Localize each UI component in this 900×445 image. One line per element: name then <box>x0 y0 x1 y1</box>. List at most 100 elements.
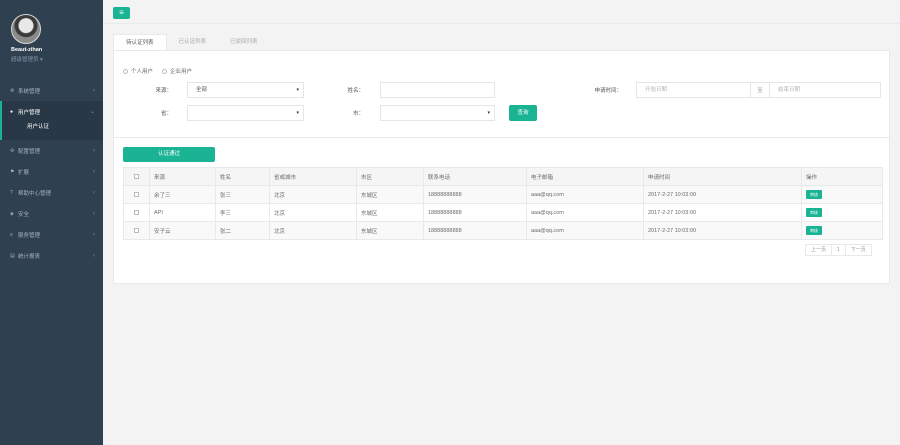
flag-icon: ⚑ <box>10 168 15 175</box>
header-name: 姓名 <box>215 167 270 186</box>
tab-approved[interactable]: 已认证列表 <box>167 34 219 51</box>
radio-circle[interactable] <box>162 68 168 74</box>
chevron-left-icon: ‹ <box>93 252 95 259</box>
sidebar-item-label: 配置管理 <box>18 148 41 155</box>
cell-email: aaa@qq.com <box>526 203 644 222</box>
row-checkbox[interactable] <box>134 227 139 233</box>
next-page-button[interactable]: 下一页 <box>844 244 872 256</box>
province-select[interactable]: ▾ <box>187 105 304 121</box>
sidebar-item-extension[interactable]: ⚑ 扩展 ‹ <box>0 161 103 182</box>
prev-page-button[interactable]: 上一页 <box>805 244 833 256</box>
review-button[interactable]: 审核 <box>806 190 822 199</box>
chevron-down-icon: ⌄ <box>89 109 95 115</box>
cell-province: 北京 <box>269 185 357 204</box>
tab-rejected[interactable]: 已驳回列表 <box>218 34 270 51</box>
cell-name: 李三 <box>215 203 270 222</box>
cell-action: 审核 <box>801 221 883 240</box>
cell-name: 张二 <box>215 221 270 240</box>
sidebar-item-label: 服务管理 <box>18 232 41 239</box>
source-label: 来源： <box>155 88 172 94</box>
sidebar-nav: ⚙ 系统管理 ‹ ● 用户管理 ⌄ 用户认证 ✣ 配置管理 ‹ ⚑ 扩展 ‹ ? 帮助中心管理 ‹ … <box>0 80 103 266</box>
radio-label: 企业用户 <box>170 69 193 75</box>
caret-down-icon: ▾ <box>487 110 490 116</box>
user-profile: Beaut-zihan 超级管理员 ▾ <box>0 0 103 76</box>
header-phone: 联系电话 <box>423 167 527 186</box>
avatar[interactable] <box>11 14 41 44</box>
sidebar-item-service[interactable]: ≡ 服务管理 ‹ <box>0 224 103 245</box>
province-label: 省： <box>160 111 172 117</box>
cell-action: 审核 <box>801 203 883 222</box>
sidebar-item-system[interactable]: ⚙ 系统管理 ‹ <box>0 80 103 101</box>
cell-phone: 18888888888 <box>423 221 527 240</box>
header-action: 操作 <box>801 167 883 186</box>
source-select[interactable]: 全部 ▾ <box>187 82 304 98</box>
query-button[interactable]: 查询 <box>509 105 537 121</box>
radio-company[interactable]: 企业用户 <box>162 67 192 75</box>
gear-icon: ⚙ <box>10 87 15 94</box>
radio-personal[interactable]: 个人用户 <box>123 67 153 75</box>
bars-icon: ≡ <box>119 8 124 17</box>
cell-phone: 18888888888 <box>423 203 527 222</box>
table-row: API 李三 北京 东城区 18888888888 aaa@qq.com 201… <box>123 203 883 222</box>
cell-district: 东城区 <box>356 203 424 222</box>
name-input[interactable] <box>380 82 495 98</box>
name-label: 姓名： <box>347 88 364 94</box>
header-province: 省或城市 <box>269 167 357 186</box>
select-all-checkbox[interactable] <box>134 173 139 179</box>
start-date-input[interactable]: 开始日期 <box>636 82 751 98</box>
divider <box>114 137 889 138</box>
table-row: 安子云 张二 北京 东城区 18888888888 aaa@qq.com 201… <box>123 221 883 240</box>
pagination: 上一页 1 下一页 <box>805 244 872 256</box>
row-checkbox-cell <box>123 185 150 204</box>
city-label: 市： <box>352 111 364 117</box>
city-select[interactable]: ▾ <box>380 105 495 121</box>
sidebar-item-config[interactable]: ✣ 配置管理 ‹ <box>0 140 103 161</box>
sidebar-item-users[interactable]: ● 用户管理 ⌄ <box>0 101 103 122</box>
row-checkbox[interactable] <box>134 191 139 197</box>
cell-province: 北京 <box>269 221 357 240</box>
list-icon: ≡ <box>10 231 13 238</box>
sidebar-item-label: 扩展 <box>18 169 30 176</box>
chevron-left-icon: ‹ <box>93 168 95 175</box>
menu-toggle-button[interactable]: ≡ <box>113 7 130 19</box>
table-row: 余了三 张三 北京 东城区 18888888888 aaa@qq.com 201… <box>123 185 883 204</box>
page-number-button[interactable]: 1 <box>831 244 846 256</box>
sidebar-item-help[interactable]: ? 帮助中心管理 ‹ <box>0 182 103 203</box>
shield-icon: ◈ <box>10 210 14 217</box>
user-name: Beaut-zihan <box>11 47 43 53</box>
pending-table: 来源 姓名 省或城市 市区 联系电话 电子邮箱 申请时间 操作 余了三 张三 北… <box>123 167 883 240</box>
row-checkbox[interactable] <box>134 209 139 215</box>
table-header-row: 来源 姓名 省或城市 市区 联系电话 电子邮箱 申请时间 操作 <box>123 167 883 186</box>
cell-time: 2017-2-27 10:03:00 <box>643 185 802 204</box>
tab-pending[interactable]: 待认证列表 <box>113 34 167 51</box>
tab-bar: 待认证列表 已认证列表 已驳回列表 <box>113 34 270 51</box>
approve-button[interactable]: 认证通过 <box>123 147 215 162</box>
cell-district: 东城区 <box>356 221 424 240</box>
to-label: 至 <box>751 82 769 98</box>
chevron-left-icon: ‹ <box>93 87 95 94</box>
user-type-radios: 个人用户 企业用户 <box>123 67 192 75</box>
cell-district: 东城区 <box>356 185 424 204</box>
end-date-input[interactable]: 结束日期 <box>769 82 881 98</box>
sidebar-subitem-user-auth[interactable]: 用户认证 <box>0 122 103 140</box>
source-value: 全部 <box>196 87 208 93</box>
chart-icon: ▤ <box>10 252 15 259</box>
cell-email: aaa@qq.com <box>526 185 644 204</box>
review-button[interactable]: 审核 <box>806 226 822 235</box>
review-button[interactable]: 审核 <box>806 208 822 217</box>
content-panel: 个人用户 企业用户 来源： 全部 ▾ 姓名： 申请时间： 开始日期 至 结束日期 … <box>113 50 890 284</box>
radio-label: 个人用户 <box>131 69 154 75</box>
header-apply-time: 申请时间 <box>643 167 802 186</box>
caret-down-icon: ▾ <box>296 110 299 116</box>
sidebar: Beaut-zihan 超级管理员 ▾ ⚙ 系统管理 ‹ ● 用户管理 ⌄ 用户认证 ✣… <box>0 0 103 445</box>
radio-circle[interactable] <box>123 68 128 74</box>
user-role-dropdown[interactable]: 超级管理员 ▾ <box>11 55 103 63</box>
cell-source: 安子云 <box>149 221 216 240</box>
sidebar-item-stats[interactable]: ▤ 统计报表 ‹ <box>0 245 103 266</box>
chevron-left-icon: ‹ <box>93 210 95 217</box>
chevron-left-icon: ‹ <box>93 231 95 238</box>
sidebar-item-label: 统计报表 <box>18 253 41 260</box>
cell-province: 北京 <box>269 203 357 222</box>
sidebar-item-security[interactable]: ◈ 安全 ‹ <box>0 203 103 224</box>
cell-time: 2017-2-27 10:03:00 <box>643 203 802 222</box>
